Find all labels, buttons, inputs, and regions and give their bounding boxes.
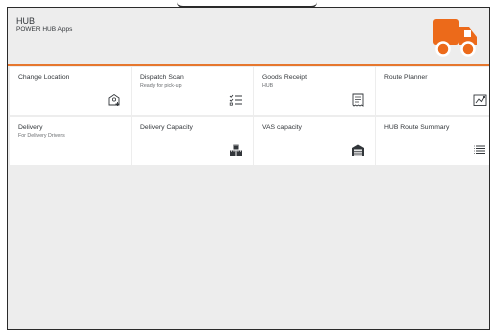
tile-title: Delivery <box>18 124 43 131</box>
tile-subtitle: Ready for pick-up <box>140 83 182 89</box>
tile-goods-receipt[interactable]: Goods Receipt HUB <box>254 67 375 115</box>
tile-title: Change Location <box>18 74 70 81</box>
shell-header: HUB POWER HUB Apps <box>8 8 489 66</box>
tile-title: Delivery Capacity <box>140 124 193 131</box>
tile-subtitle: For Delivery Drivers <box>18 133 65 139</box>
tile-title: Route Planner <box>384 74 428 81</box>
app-subtitle: POWER HUB Apps <box>16 26 73 33</box>
boxes-icon <box>230 144 242 156</box>
tile-title: Goods Receipt <box>262 74 307 81</box>
tile-vas-capacity[interactable]: VAS capacity <box>254 117 375 165</box>
tile-delivery-capacity[interactable]: Delivery Capacity <box>132 117 253 165</box>
tile-change-location[interactable]: Change Location <box>10 67 131 115</box>
tile-subtitle: HUB <box>262 83 274 89</box>
tile-hub-route-summary[interactable]: HUB Route Summary <box>376 117 489 165</box>
tile-title: VAS capacity <box>262 124 302 131</box>
tile-title: HUB Route Summary <box>384 124 450 131</box>
device-frame: HUB POWER HUB Apps Change Location Dispa… <box>0 0 496 334</box>
tile-title: Dispatch Scan <box>140 74 184 81</box>
tile-dispatch-scan[interactable]: Dispatch Scan Ready for pick-up <box>132 67 253 115</box>
map-icon <box>473 94 487 106</box>
warehouse-icon <box>352 144 364 156</box>
checklist-icon <box>229 94 242 106</box>
tile-route-planner[interactable]: Route Planner <box>376 67 489 115</box>
app-title: HUB <box>16 16 36 26</box>
truck-icon <box>433 19 477 57</box>
list-icon <box>474 145 485 154</box>
app-screen: HUB POWER HUB Apps Change Location Dispa… <box>7 7 490 330</box>
location-add-icon <box>108 93 120 106</box>
receipt-icon <box>352 93 364 107</box>
tile-delivery[interactable]: Delivery For Delivery Drivers <box>10 117 131 165</box>
